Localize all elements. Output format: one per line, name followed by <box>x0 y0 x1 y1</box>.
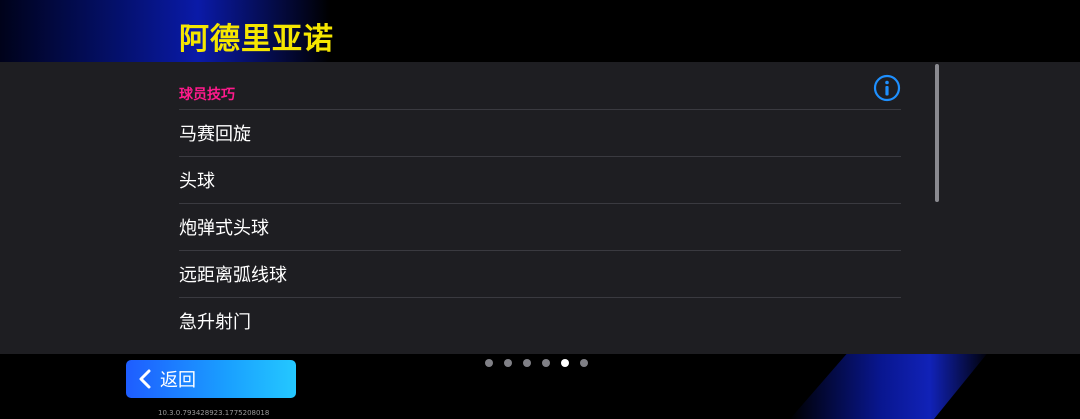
page-dot[interactable] <box>580 359 588 367</box>
skill-label: 炮弹式头球 <box>179 218 269 239</box>
skills-panel: 球员技巧 马赛回旋 头球 炮弹式头球 远距离弧线球 急升射门 <box>0 62 1080 354</box>
list-item[interactable]: 急升射门 <box>179 297 901 344</box>
scrollbar-thumb[interactable] <box>935 64 939 202</box>
page-dot[interactable] <box>504 359 512 367</box>
page-dot[interactable] <box>523 359 531 367</box>
list-item[interactable]: 头球 <box>179 156 901 203</box>
skill-label: 远距离弧线球 <box>179 265 287 286</box>
page-dot[interactable] <box>542 359 550 367</box>
back-label: 返回 <box>160 370 196 391</box>
skill-label: 急升射门 <box>179 312 251 333</box>
list-item[interactable]: 炮弹式头球 <box>179 203 901 250</box>
skill-label: 头球 <box>179 171 215 192</box>
version-text: 10.3.0.793428923.1775208018 <box>158 409 270 417</box>
section-title: 球员技巧 <box>179 87 235 103</box>
list-item[interactable]: 马赛回旋 <box>179 109 901 156</box>
skill-label: 马赛回旋 <box>179 124 251 145</box>
player-name: 阿德里亚诺 <box>179 22 334 57</box>
skills-list: 马赛回旋 头球 炮弹式头球 远距离弧线球 急升射门 <box>179 109 901 344</box>
footer-decoration <box>790 350 990 419</box>
page-dot[interactable] <box>485 359 493 367</box>
page-dot-active[interactable] <box>561 359 569 367</box>
info-icon[interactable] <box>873 74 901 102</box>
list-item[interactable]: 远距离弧线球 <box>179 250 901 297</box>
chevron-left-icon <box>139 369 151 389</box>
back-button[interactable]: 返回 <box>126 360 296 398</box>
page-indicator <box>485 359 588 367</box>
